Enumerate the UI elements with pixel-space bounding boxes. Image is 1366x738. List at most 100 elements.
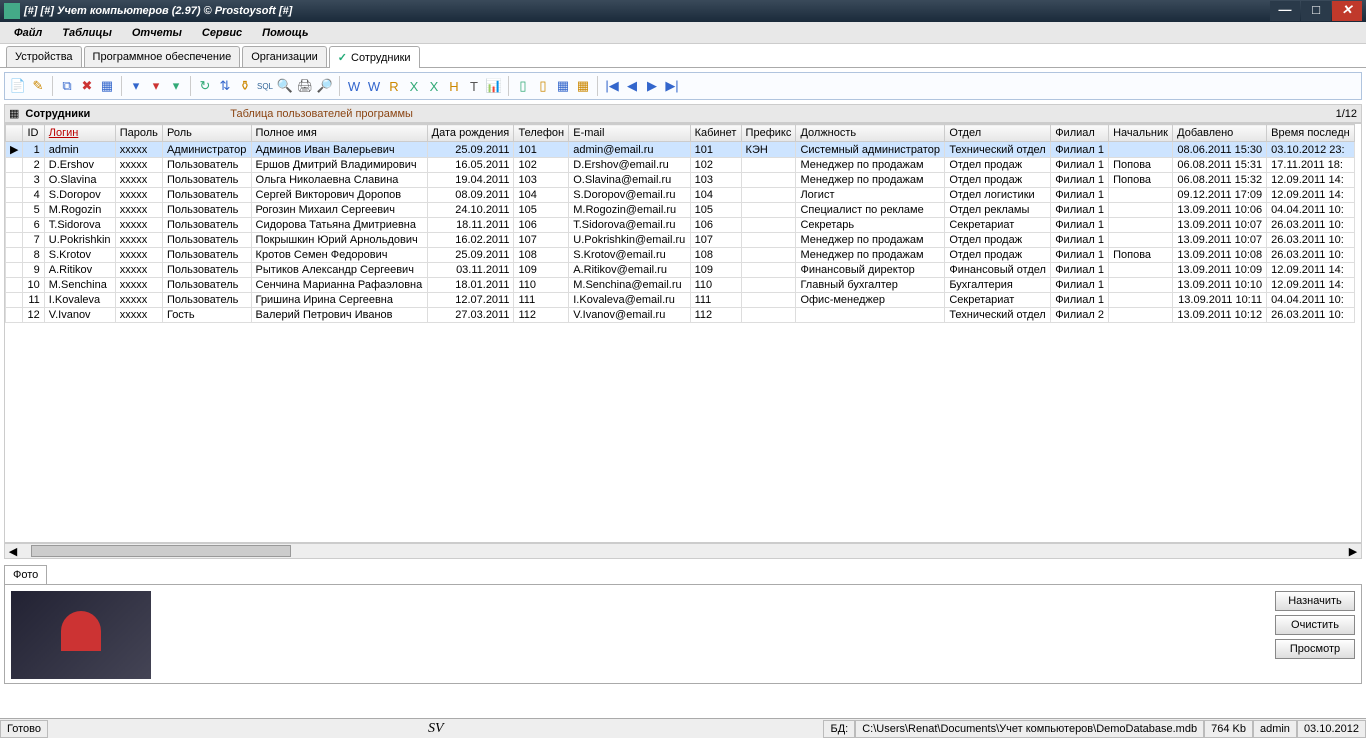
table-row[interactable]: 11I.KovalevaxxxxxПользовательГришина Ири…: [6, 293, 1355, 308]
menu-файл[interactable]: Файл: [4, 24, 52, 42]
export-txt-icon[interactable]: T: [465, 77, 483, 95]
col-header[interactable]: Телефон: [514, 125, 569, 142]
table-header-bar: ▦ Сотрудники Таблица пользователей прогр…: [4, 104, 1362, 123]
table-title: Сотрудники: [25, 108, 90, 120]
new-icon[interactable]: 📄: [9, 77, 27, 95]
menubar: ФайлТаблицыОтчетыСервисПомощь: [0, 22, 1366, 44]
photo-panel: Назначить Очистить Просмотр: [4, 584, 1362, 684]
sort-icon[interactable]: ⇅: [216, 77, 234, 95]
export-excel2-icon[interactable]: X: [425, 77, 443, 95]
delete-icon[interactable]: ✖: [78, 77, 96, 95]
table-row[interactable]: 8S.KrotovxxxxxПользовательКротов Семен Ф…: [6, 248, 1355, 263]
export-rtf-icon[interactable]: R: [385, 77, 403, 95]
copy-icon[interactable]: ⧉: [58, 77, 76, 95]
assign-photo-button[interactable]: Назначить: [1275, 591, 1355, 611]
col-cfg-icon[interactable]: ▦: [554, 77, 572, 95]
col-header[interactable]: Филиал: [1051, 125, 1109, 142]
col-add-icon[interactable]: ▯: [514, 77, 532, 95]
preview-icon[interactable]: 🔎: [316, 77, 334, 95]
col-header[interactable]: ID: [23, 125, 44, 142]
close-button[interactable]: ✕: [1332, 1, 1362, 21]
tab-Организации[interactable]: Организации: [242, 46, 327, 67]
scroll-thumb[interactable]: [31, 545, 291, 557]
nav-last-icon[interactable]: ▶|: [663, 77, 681, 95]
filter-icon[interactable]: ▾: [127, 77, 145, 95]
col-del-icon[interactable]: ▯: [534, 77, 552, 95]
table-row[interactable]: 10M.SenchinaxxxxxПользовательСенчина Мар…: [6, 278, 1355, 293]
col-header[interactable]: E-mail: [569, 125, 690, 142]
data-grid[interactable]: IDЛогинПарольРольПолное имяДата рождения…: [4, 123, 1362, 543]
group-icon[interactable]: ⚱: [236, 77, 254, 95]
clear-photo-button[interactable]: Очистить: [1275, 615, 1355, 635]
filter-clear-icon[interactable]: ▾: [147, 77, 165, 95]
tab-Устройства[interactable]: Устройства: [6, 46, 82, 67]
status-db-size: 764 Kb: [1204, 720, 1253, 738]
col-header[interactable]: Роль: [162, 125, 251, 142]
col-header[interactable]: [6, 125, 23, 142]
titlebar: [#] [#] Учет компьютеров (2.97) © Prosto…: [0, 0, 1366, 22]
sql-icon[interactable]: SQL: [256, 77, 274, 95]
table-icon: ▦: [9, 107, 19, 120]
search-icon[interactable]: 🔍: [276, 77, 294, 95]
table-row[interactable]: ▶1adminxxxxxАдминистраторАдминов Иван Ва…: [6, 142, 1355, 158]
table-row[interactable]: 2D.ErshovxxxxxПользовательЕршов Дмитрий …: [6, 158, 1355, 173]
photo-tab[interactable]: Фото: [4, 565, 47, 584]
table-row[interactable]: 5M.RogozinxxxxxПользовательРогозин Михаи…: [6, 203, 1355, 218]
table-row[interactable]: 4S.DoropovxxxxxПользовательСергей Виктор…: [6, 188, 1355, 203]
horizontal-scrollbar[interactable]: ◀ ▶: [4, 543, 1362, 559]
menu-помощь[interactable]: Помощь: [252, 24, 318, 42]
toolbar: 📄✎⧉✖▦▾▾▾↻⇅⚱SQL🔍🖨🔎WWRXXHT📊▯▯▦▦|◀◀▶▶|: [4, 72, 1362, 100]
scroll-right-icon[interactable]: ▶: [1345, 545, 1361, 558]
status-ready: Готово: [0, 720, 48, 738]
view-photo-button[interactable]: Просмотр: [1275, 639, 1355, 659]
window-title: [#] [#] Учет компьютеров (2.97) © Prosto…: [24, 5, 1269, 17]
filter-add-icon[interactable]: ▾: [167, 77, 185, 95]
col-cfg2-icon[interactable]: ▦: [574, 77, 592, 95]
export-excel-icon[interactable]: X: [405, 77, 423, 95]
minimize-button[interactable]: —: [1270, 1, 1300, 21]
tab-Программное обеспечение[interactable]: Программное обеспечение: [84, 46, 241, 67]
photo-tab-bar: Фото: [4, 565, 1362, 584]
statusbar: Готово SV БД: C:\Users\Renat\Documents\У…: [0, 718, 1366, 738]
row-counter: 1/12: [1336, 108, 1357, 120]
col-header[interactable]: Кабинет: [690, 125, 741, 142]
col-header[interactable]: Префикс: [741, 125, 796, 142]
menu-таблицы[interactable]: Таблицы: [52, 24, 122, 42]
employee-photo[interactable]: [11, 591, 151, 679]
refresh-icon[interactable]: ↻: [196, 77, 214, 95]
menu-отчеты[interactable]: Отчеты: [122, 24, 192, 42]
edit-icon[interactable]: ✎: [29, 77, 47, 95]
status-db-path: C:\Users\Renat\Documents\Учет компьютеро…: [855, 720, 1204, 738]
nav-prev-icon[interactable]: ◀: [623, 77, 641, 95]
status-user: admin: [1253, 720, 1297, 738]
export-html-icon[interactable]: H: [445, 77, 463, 95]
table-row[interactable]: 6T.SidorovaxxxxxПользовательСидорова Тат…: [6, 218, 1355, 233]
main-tabs: УстройстваПрограммное обеспечениеОрганиз…: [0, 44, 1366, 68]
check-icon: ✓: [338, 51, 347, 64]
col-header[interactable]: Добавлено: [1173, 125, 1267, 142]
nav-first-icon[interactable]: |◀: [603, 77, 621, 95]
col-header[interactable]: Должность: [796, 125, 945, 142]
tab-Сотрудники[interactable]: ✓Сотрудники: [329, 46, 420, 68]
col-header[interactable]: Логин: [44, 125, 115, 142]
col-header[interactable]: Время последн: [1267, 125, 1355, 142]
nav-next-icon[interactable]: ▶: [643, 77, 661, 95]
maximize-button[interactable]: □: [1301, 1, 1331, 21]
col-header[interactable]: Начальник: [1109, 125, 1173, 142]
col-header[interactable]: Пароль: [115, 125, 162, 142]
table-icon[interactable]: ▦: [98, 77, 116, 95]
col-header[interactable]: Отдел: [945, 125, 1051, 142]
col-header[interactable]: Полное имя: [251, 125, 427, 142]
menu-сервис[interactable]: Сервис: [192, 24, 252, 42]
table-row[interactable]: 3O.SlavinaxxxxxПользовательОльга Николае…: [6, 173, 1355, 188]
col-header[interactable]: Дата рождения: [427, 125, 514, 142]
table-row[interactable]: 7U.PokrishkinxxxxxПользовательПокрышкин …: [6, 233, 1355, 248]
chart-icon[interactable]: 📊: [485, 77, 503, 95]
export-word-icon[interactable]: W: [345, 77, 363, 95]
scroll-left-icon[interactable]: ◀: [5, 545, 21, 558]
app-icon: [4, 3, 20, 19]
table-row[interactable]: 9A.RitikovxxxxxПользовательРытиков Алекс…: [6, 263, 1355, 278]
print-icon[interactable]: 🖨: [296, 77, 314, 95]
table-row[interactable]: 12V.IvanovxxxxxГостьВалерий Петрович Ива…: [6, 308, 1355, 323]
export-word2-icon[interactable]: W: [365, 77, 383, 95]
